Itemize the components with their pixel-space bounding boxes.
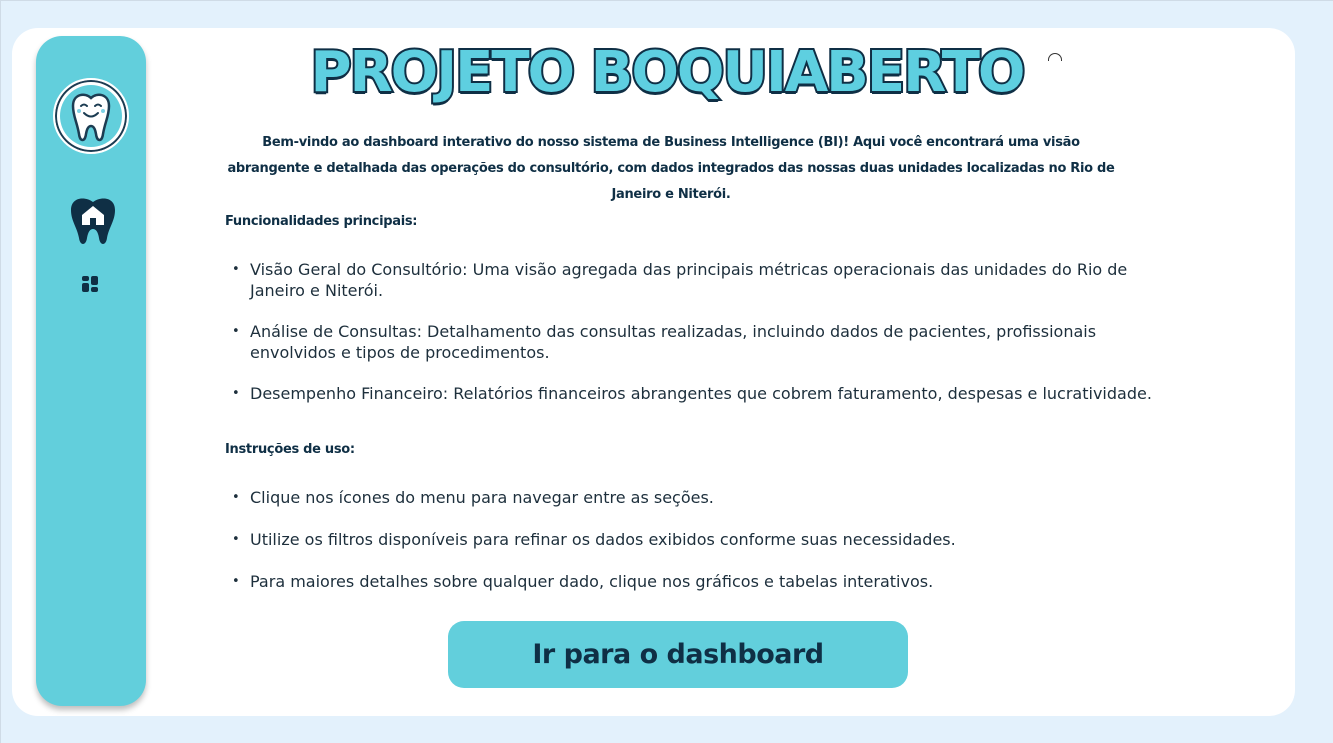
instructions-heading: Instruções de uso: — [225, 442, 355, 457]
features-heading: Funcionalidades principais: — [225, 214, 418, 229]
instructions-list: Clique nos ícones do menu para navegar e… — [232, 487, 1152, 592]
sidebar — [36, 36, 146, 706]
tooth-logo-icon — [60, 85, 122, 147]
list-item: Utilize os filtros disponíveis para refi… — [232, 529, 1152, 550]
list-item: Análise de Consultas: Detalhamento das c… — [232, 321, 1152, 363]
apps-icon — [82, 276, 98, 292]
features-list: Visão Geral do Consultório: Uma visão ag… — [232, 259, 1152, 404]
smiling-tooth-logo — [53, 78, 129, 154]
list-item: Desempenho Financeiro: Relatórios financ… — [232, 383, 1152, 404]
loading-arc-icon — [1048, 53, 1062, 61]
sidebar-item-home[interactable] — [67, 194, 119, 246]
list-item: Visão Geral do Consultório: Uma visão ag… — [232, 259, 1152, 301]
intro-text: Bem-vindo ao dashboard interativo do nos… — [227, 135, 1115, 202]
list-item: Para maiores detalhes sobre qualquer dad… — [232, 571, 1152, 592]
page-title: PROJETO BOQUIABERTO — [308, 38, 1027, 107]
tooth-home-icon — [71, 198, 115, 244]
list-item: Clique nos ícones do menu para navegar e… — [232, 487, 1152, 508]
go-to-dashboard-button[interactable]: Ir para o dashboard — [448, 621, 908, 688]
sidebar-item-pages[interactable] — [80, 273, 102, 295]
